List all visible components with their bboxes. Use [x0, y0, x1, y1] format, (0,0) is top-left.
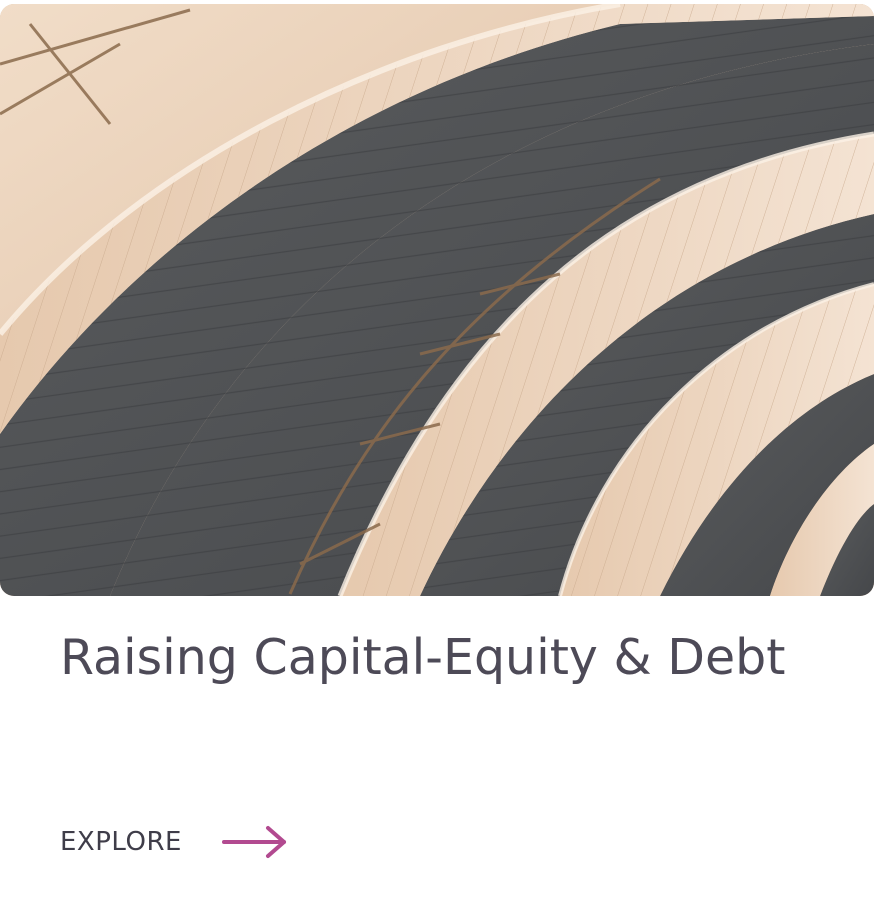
explore-link[interactable]: EXPLORE	[60, 818, 288, 866]
card-title: Raising Capital-Equity & Debt	[60, 629, 786, 686]
explore-label: EXPLORE	[60, 827, 182, 857]
hero-image	[0, 4, 874, 596]
arrow-right-icon[interactable]	[221, 824, 288, 860]
service-card[interactable]: Raising Capital-Equity & Debt EXPLORE	[0, 0, 874, 902]
arched-roof-architecture-image	[0, 4, 874, 596]
